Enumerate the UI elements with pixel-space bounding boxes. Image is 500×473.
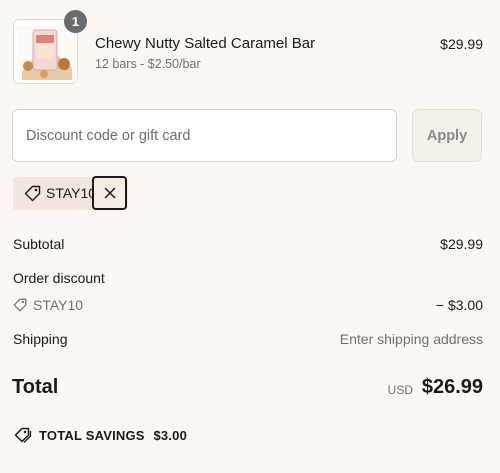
total-savings-value: $3.00 (153, 428, 188, 443)
total-savings-label: TOTAL SAVINGS (39, 428, 145, 443)
total-savings: TOTAL SAVINGS $3.00 (39, 428, 187, 443)
quantity-badge: 1 (64, 10, 87, 33)
applied-code-label: STAY10 (46, 185, 97, 201)
discount-amount: − $3.00 (435, 297, 483, 313)
close-icon (104, 187, 115, 199)
discount-code-text: STAY10 (33, 297, 84, 313)
subtotal-value: $29.99 (440, 236, 483, 252)
product-name: Chewy Nutty Salted Caramel Bar (95, 35, 316, 52)
tag-icon (24, 185, 41, 207)
shipping-value: Enter shipping address (339, 331, 483, 347)
currency-code: USD (387, 383, 413, 397)
product-price: $29.99 (440, 36, 483, 52)
discount-code-input[interactable] (12, 109, 397, 162)
tag-icon (13, 298, 27, 317)
remove-discount-button[interactable] (92, 176, 127, 210)
savings-tag-icon (14, 427, 32, 448)
product-variant: 12 bars - $2.50/bar (95, 57, 201, 71)
shipping-label: Shipping (13, 331, 68, 347)
subtotal-label: Subtotal (13, 236, 65, 252)
total-label: Total (12, 376, 59, 398)
order-discount-label: Order discount (13, 270, 105, 286)
total-amount: $26.99 (421, 376, 483, 398)
apply-button[interactable]: Apply (412, 109, 482, 162)
